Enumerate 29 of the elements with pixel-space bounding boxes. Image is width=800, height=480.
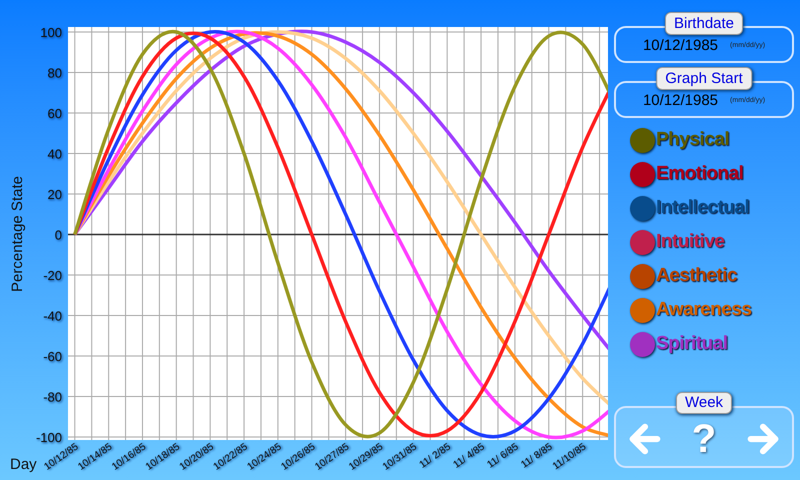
x-tick-label: 11/ 8/85 [519, 441, 554, 471]
legend-label: Physical [656, 128, 730, 152]
y-axis-title: Percentage State [9, 176, 26, 292]
y-tick-label: 100 [40, 25, 62, 40]
week-label: Week [676, 392, 732, 414]
field-label: Birthdate [664, 12, 744, 35]
legend-label: Emotional [656, 162, 744, 186]
legend-label: Awareness [656, 298, 752, 322]
y-tick-label: -40 [43, 308, 62, 324]
date-value: 10/12/1985 [642, 36, 718, 56]
y-tick-label: 20 [48, 187, 62, 202]
y-tick-label: -80 [43, 390, 62, 404]
y-tick-label: 60 [48, 106, 62, 121]
y-tick-label: 0 [54, 228, 62, 242]
x-tick-label: 11/ 2/85 [418, 441, 453, 471]
y-tick-label: 40 [48, 146, 62, 162]
legend-label: Aesthetic [656, 264, 738, 288]
x-tick-label: 11/ 4/85 [451, 441, 487, 471]
y-tick-label: 80 [48, 66, 62, 80]
legend-label: Intellectual [656, 196, 750, 220]
field-label: Graph Start [656, 67, 752, 90]
y-tick-label: -100 [36, 430, 62, 445]
y-tick-label: -20 [43, 268, 62, 283]
legend-label: Intuitive [656, 230, 724, 254]
x-tick-label: 11/ 6/85 [485, 441, 521, 471]
date-value: 10/12/1985 [642, 91, 718, 112]
y-tick-label: -60 [43, 349, 62, 364]
x-axis-title: Day [10, 456, 37, 473]
legend-label: Spiritual [656, 332, 728, 356]
